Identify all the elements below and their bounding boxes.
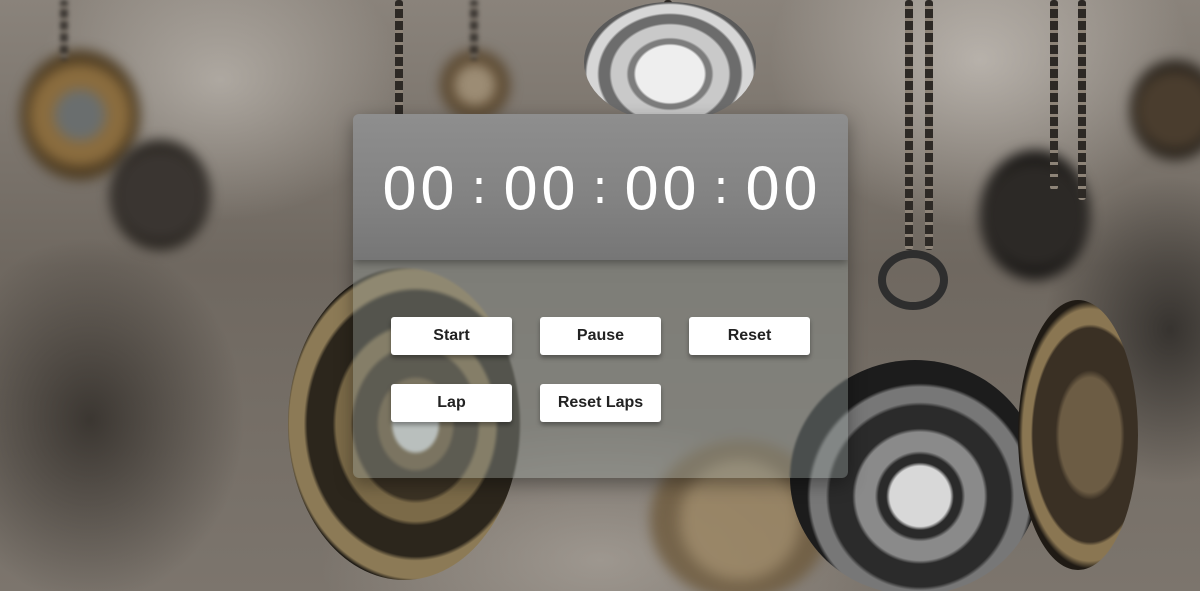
time-separator: : bbox=[591, 159, 610, 215]
pocket-watch-icon bbox=[440, 50, 510, 120]
time-readout: 00 : 00 : 00 : 00 bbox=[381, 155, 820, 223]
controls-area: Start Pause Reset Lap Reset Laps bbox=[353, 260, 848, 478]
pocket-watch-icon bbox=[584, 2, 756, 122]
minutes-value: 00 bbox=[502, 155, 578, 223]
seconds-value: 00 bbox=[623, 155, 699, 223]
time-separator: : bbox=[712, 159, 731, 215]
lap-button[interactable]: Lap bbox=[391, 384, 512, 422]
pause-button[interactable]: Pause bbox=[540, 317, 661, 355]
stopwatch-panel: 00 : 00 : 00 : 00 Start Pause Reset Lap … bbox=[353, 114, 848, 478]
start-button[interactable]: Start bbox=[391, 317, 512, 355]
centiseconds-value: 00 bbox=[744, 155, 820, 223]
pocket-watch-icon bbox=[980, 150, 1090, 280]
time-display: 00 : 00 : 00 : 00 bbox=[353, 114, 848, 260]
reset-button[interactable]: Reset bbox=[689, 317, 810, 355]
time-separator: : bbox=[470, 159, 489, 215]
pocket-watch-icon bbox=[1130, 60, 1200, 160]
pocket-watch-icon bbox=[1018, 300, 1138, 570]
reset-laps-button[interactable]: Reset Laps bbox=[540, 384, 661, 422]
pocket-watch-icon bbox=[110, 140, 210, 250]
hours-value: 00 bbox=[381, 155, 457, 223]
